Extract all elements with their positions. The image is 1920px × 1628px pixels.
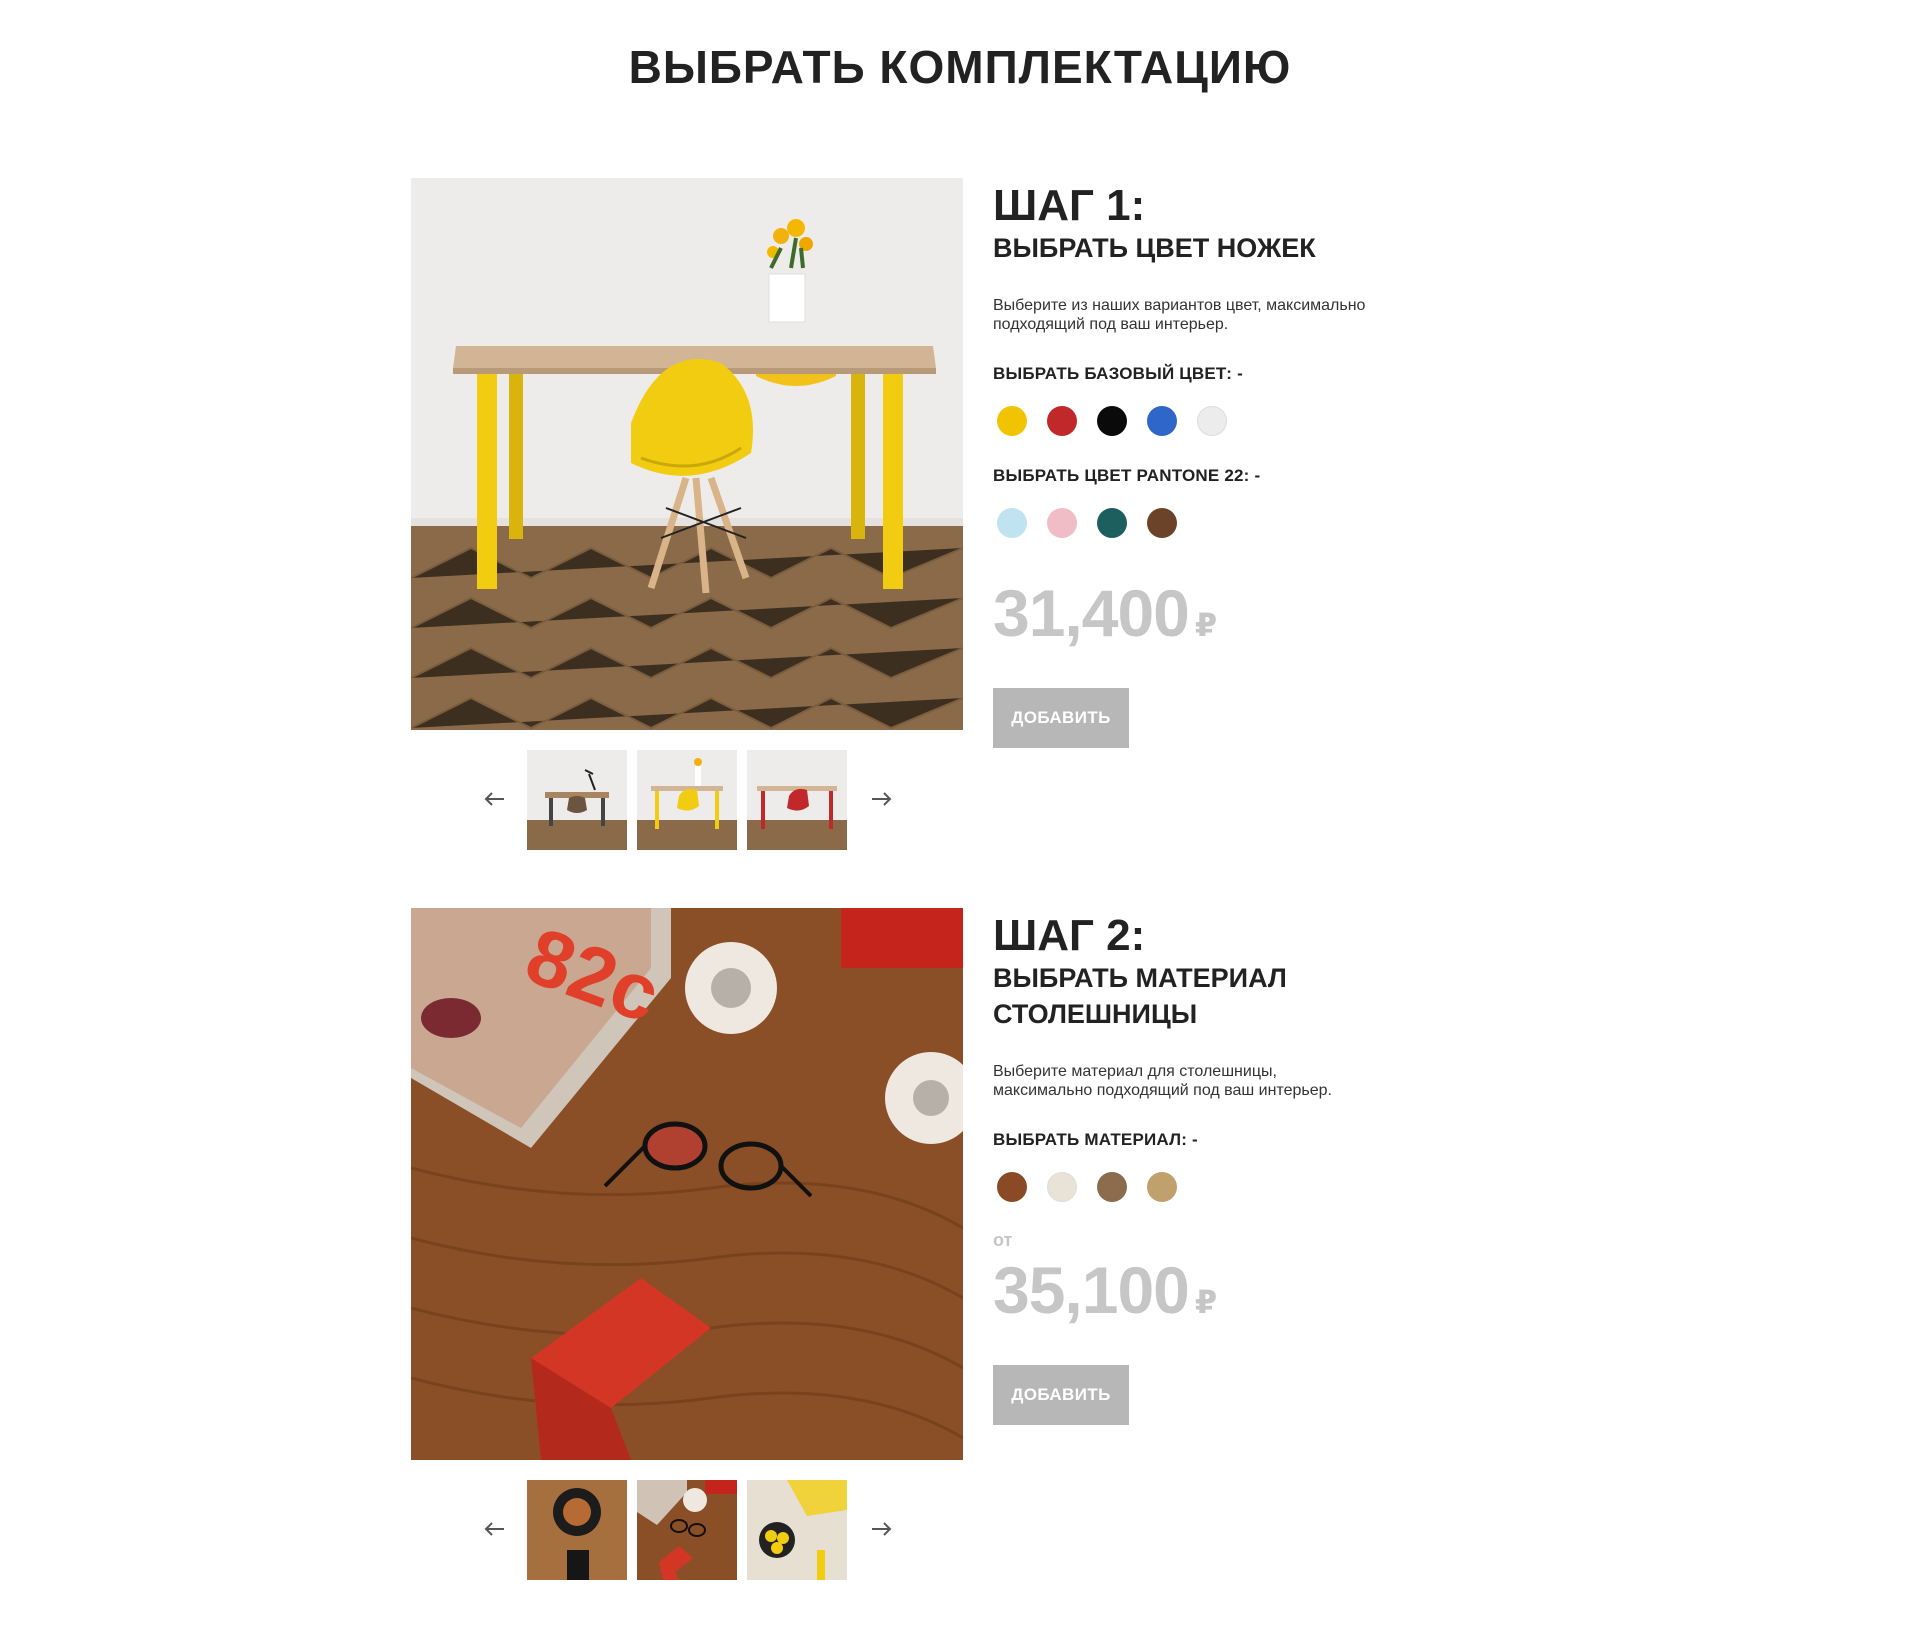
step-2-info: ШАГ 2: ВЫБРАТЬ МАТЕРИАЛ СТОЛЕШНИЦЫ Выбер… — [993, 908, 1513, 1425]
step-1-price: 31,400 ₽ — [993, 578, 1513, 660]
swatch-white[interactable] — [1197, 406, 1227, 436]
page-title: ВЫБРАТЬ КОМПЛЕКТАЦИЮ — [628, 41, 1292, 93]
arrow-right-icon[interactable] — [864, 784, 898, 814]
arrow-right-icon[interactable] — [864, 1514, 898, 1544]
step-1-price-value: 31,400 — [993, 576, 1190, 650]
step-2-number: ШАГ 2: — [993, 911, 1146, 960]
swatch-natural-wood[interactable] — [1147, 1172, 1177, 1202]
swatch-blue[interactable] — [1147, 406, 1177, 436]
swatch-red[interactable] — [1047, 406, 1077, 436]
step-1-thumbnails — [411, 750, 963, 850]
step-1-currency: ₽ — [1194, 607, 1217, 643]
arrow-left-icon[interactable] — [478, 784, 512, 814]
step-2-section: 82c ШАГ 2: ВЫБРАТЬ МАТЕРИАЛ СТОЛЕШНИЦЫ В… — [0, 908, 1920, 1628]
step-1-thumbnail-1[interactable] — [527, 750, 627, 850]
step-1-thumbnail-2[interactable] — [637, 750, 737, 850]
step-1-description: Выберите из наших вариантов цвет, максим… — [993, 297, 1366, 333]
step-1-info: ШАГ 1: ВЫБРАТЬ ЦВЕТ НОЖЕК Выберите из на… — [993, 178, 1513, 748]
swatch-black[interactable] — [1097, 406, 1127, 436]
step-2-currency: ₽ — [1194, 1284, 1217, 1320]
step-1-add-button[interactable]: ДОБАВИТЬ — [993, 688, 1129, 748]
pantone-color-swatches — [993, 508, 1513, 538]
step-2-price-value: 35,100 — [993, 1253, 1190, 1327]
step-1-thumbnail-3[interactable] — [747, 750, 847, 850]
material-label: ВЫБРАТЬ МАТЕРИАЛ: - — [993, 1130, 1198, 1149]
swatch-light-blue[interactable] — [997, 508, 1027, 538]
swatch-oak[interactable] — [1097, 1172, 1127, 1202]
step-2-price: 35,100 ₽ — [993, 1255, 1513, 1337]
swatch-walnut[interactable] — [997, 1172, 1027, 1202]
base-color-label: ВЫБРАТЬ БАЗОВЫЙ ЦВЕТ: - — [993, 364, 1243, 383]
material-swatches — [993, 1172, 1513, 1202]
swatch-pink[interactable] — [1047, 508, 1077, 538]
arrow-left-icon[interactable] — [478, 1514, 512, 1544]
swatch-light-wood[interactable] — [1047, 1172, 1077, 1202]
step-2-thumbnail-3[interactable] — [747, 1480, 847, 1580]
step-1-main-photo — [411, 178, 963, 730]
swatch-teal[interactable] — [1097, 508, 1127, 538]
step-2-description: Выберите материал для столешницы, максим… — [993, 1063, 1332, 1099]
step-2-price-from: от — [993, 1230, 1013, 1250]
step-2-subtitle: ВЫБРАТЬ МАТЕРИАЛ СТОЛЕШНИЦЫ — [993, 963, 1287, 1029]
base-color-swatches — [993, 406, 1513, 436]
step-2-thumbnails — [411, 1480, 963, 1580]
swatch-brown[interactable] — [1147, 508, 1177, 538]
pantone-color-label: ВЫБРАТЬ ЦВЕТ PANTONE 22: - — [993, 466, 1261, 485]
step-2-thumbnail-2[interactable] — [637, 1480, 737, 1580]
step-1-subtitle: ВЫБРАТЬ ЦВЕТ НОЖЕК — [993, 233, 1316, 263]
step-2-thumbnail-1[interactable] — [527, 1480, 627, 1580]
step-1-section: ШАГ 1: ВЫБРАТЬ ЦВЕТ НОЖЕК Выберите из на… — [0, 178, 1920, 898]
step-2-add-button[interactable]: ДОБАВИТЬ — [993, 1365, 1129, 1425]
step-1-number: ШАГ 1: — [993, 181, 1146, 230]
step-2-main-photo: 82c — [411, 908, 963, 1460]
swatch-yellow[interactable] — [997, 406, 1027, 436]
